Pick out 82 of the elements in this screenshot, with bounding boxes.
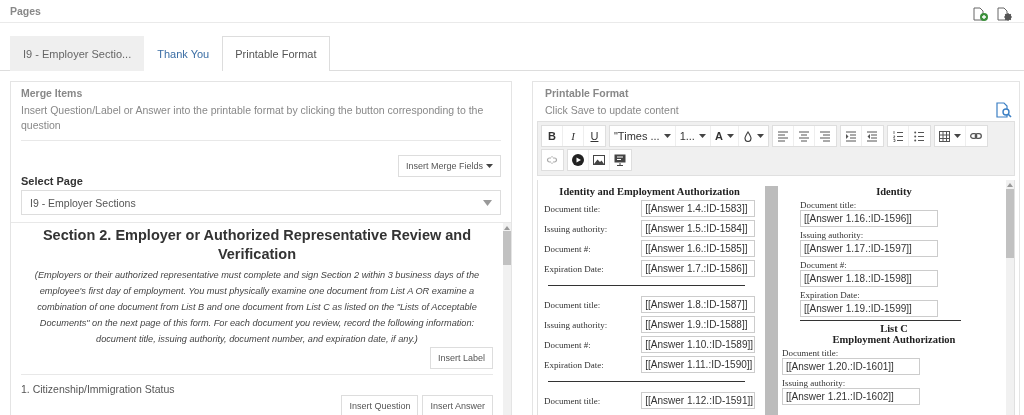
page-tab[interactable]: I9 - Employer Sectio...: [10, 36, 145, 71]
caret-icon: [953, 134, 961, 138]
page-select[interactable]: I9 - Employer Sections: [21, 190, 501, 215]
page-settings-button[interactable]: [996, 7, 1012, 21]
field-label: Document title:: [543, 203, 601, 214]
answer-field: [[Answer 1.9.:ID-1588]]: [641, 316, 756, 333]
field-label: Document #:: [543, 339, 591, 350]
question-text: 1. Citizenship/Immigration Status: [21, 382, 176, 395]
scroll-thumb[interactable]: [502, 230, 511, 266]
answer-field: [[Answer 1.5.:ID-1584]]: [641, 220, 756, 237]
answer-field: [[Answer 1.10.:ID-1589]]: [641, 336, 756, 353]
field-label: Issuing authority:: [800, 230, 865, 240]
caret-icon: [726, 134, 734, 138]
bullet-list-icon: [914, 130, 925, 142]
insert-merge-fields-button[interactable]: Insert Merge Fields: [397, 155, 501, 177]
broken-link-icon: [546, 156, 559, 164]
scrollbar[interactable]: [502, 223, 511, 415]
list-title: Identity and Employment Authorization: [558, 186, 741, 197]
caret-icon: [485, 164, 493, 168]
page-plus-icon: [972, 7, 988, 21]
field-label: Expiration Date:: [543, 359, 604, 370]
field-label: Select Page: [21, 175, 84, 187]
panel-hint: Click Save to update content: [544, 103, 679, 118]
preview-button[interactable]: [995, 102, 1013, 118]
caret-icon: [663, 134, 671, 138]
panel-title: Printable Format: [544, 87, 630, 99]
link-icon: [970, 132, 983, 140]
field-label: Document title:: [543, 299, 601, 310]
field-label: Expiration Date:: [543, 263, 604, 274]
indent-icon: [845, 130, 856, 142]
page-gear-icon: [996, 7, 1012, 21]
table-icon: [938, 130, 950, 142]
play-icon: [571, 154, 584, 166]
answer-field: [[Answer 1.12.:ID-1591]]: [641, 392, 756, 409]
field-label: Document title:: [782, 348, 840, 358]
page-tab[interactable]: Printable Format: [222, 36, 330, 71]
answer-field: [[Answer 1.4.:ID-1583]]: [641, 200, 756, 217]
page-heading: Pages: [10, 5, 41, 17]
field-label: Expiration Date:: [800, 290, 861, 300]
section-heading: Section 2. Employer or Authorized Representative Review and Verification: [41, 226, 473, 264]
answer-field: [[Answer 1.17.:ID-1597]]: [800, 240, 938, 257]
field-label: Document title:: [543, 395, 601, 406]
field-label: Issuing authority:: [543, 319, 608, 330]
caret-icon: [756, 134, 764, 138]
section-note: (Employers or their authorized representative must complete and sign Section 2 within 3 business days of the employee's first day of employment. You must physically examine one document from List A OR examine a combination of one document from List B and one document from List C as listed on the "Lists of Acceptable Documents" on the next page of this form. For each document you review, record the following information: document title, issuing authority, document number, and expiration date, if any.): [33, 269, 481, 346]
field-label: Document #:: [543, 243, 591, 254]
answer-field: [[Answer 1.6.:ID-1585]]: [641, 240, 756, 257]
insert-button[interactable]: Insert Answer: [422, 395, 493, 415]
answer-field: [[Answer 1.16.:ID-1596]]: [800, 210, 938, 227]
picture-icon: [592, 155, 605, 165]
field-label: Issuing authority:: [782, 378, 847, 388]
align-right-icon: [820, 130, 831, 142]
answer-field: [[Answer 1.20.:ID-1601]]: [782, 358, 920, 375]
panel-title: Merge Items: [21, 87, 84, 99]
add-page-button[interactable]: [972, 7, 988, 21]
list-title: Identity: [875, 186, 913, 197]
monitor-icon: [614, 154, 627, 166]
outdent-icon: [867, 130, 878, 142]
field-label: Document #:: [800, 260, 848, 270]
field-label: Issuing authority:: [543, 223, 608, 234]
align-center-icon: [798, 130, 809, 142]
list-title: Employment Authorization: [831, 334, 957, 345]
answer-field: [[Answer 1.11.:ID-1590]]: [641, 356, 756, 373]
answer-field: [[Answer 1.19.:ID-1599]]: [800, 300, 938, 317]
caret-icon: [698, 134, 706, 138]
list-heading: List C: [879, 323, 909, 334]
answer-field: [[Answer 1.8.:ID-1587]]: [641, 296, 756, 313]
insert-button[interactable]: Insert Label: [429, 347, 493, 369]
scroll-thumb[interactable]: [1006, 188, 1014, 259]
panel-description: Insert Question/Label or Answer into the printable format by clicking the button corresponding to the question: [21, 103, 485, 133]
numbered-list-icon: [892, 130, 903, 142]
dropdown-arrow-icon: [482, 199, 492, 206]
answer-field: [[Answer 1.18.:ID-1598]]: [800, 270, 938, 287]
answer-field: [[Answer 1.7.:ID-1586]]: [641, 260, 756, 277]
answer-field: [[Answer 1.21.:ID-1602]]: [782, 388, 920, 405]
scrollbar[interactable]: [1006, 180, 1014, 415]
insert-button[interactable]: Insert Question: [341, 395, 419, 415]
document-search-icon: [995, 102, 1013, 118]
editor-area[interactable]: [536, 180, 1015, 415]
field-label: Document title:: [800, 200, 858, 210]
drop-icon: [742, 130, 753, 142]
align-left-icon: [777, 130, 788, 142]
